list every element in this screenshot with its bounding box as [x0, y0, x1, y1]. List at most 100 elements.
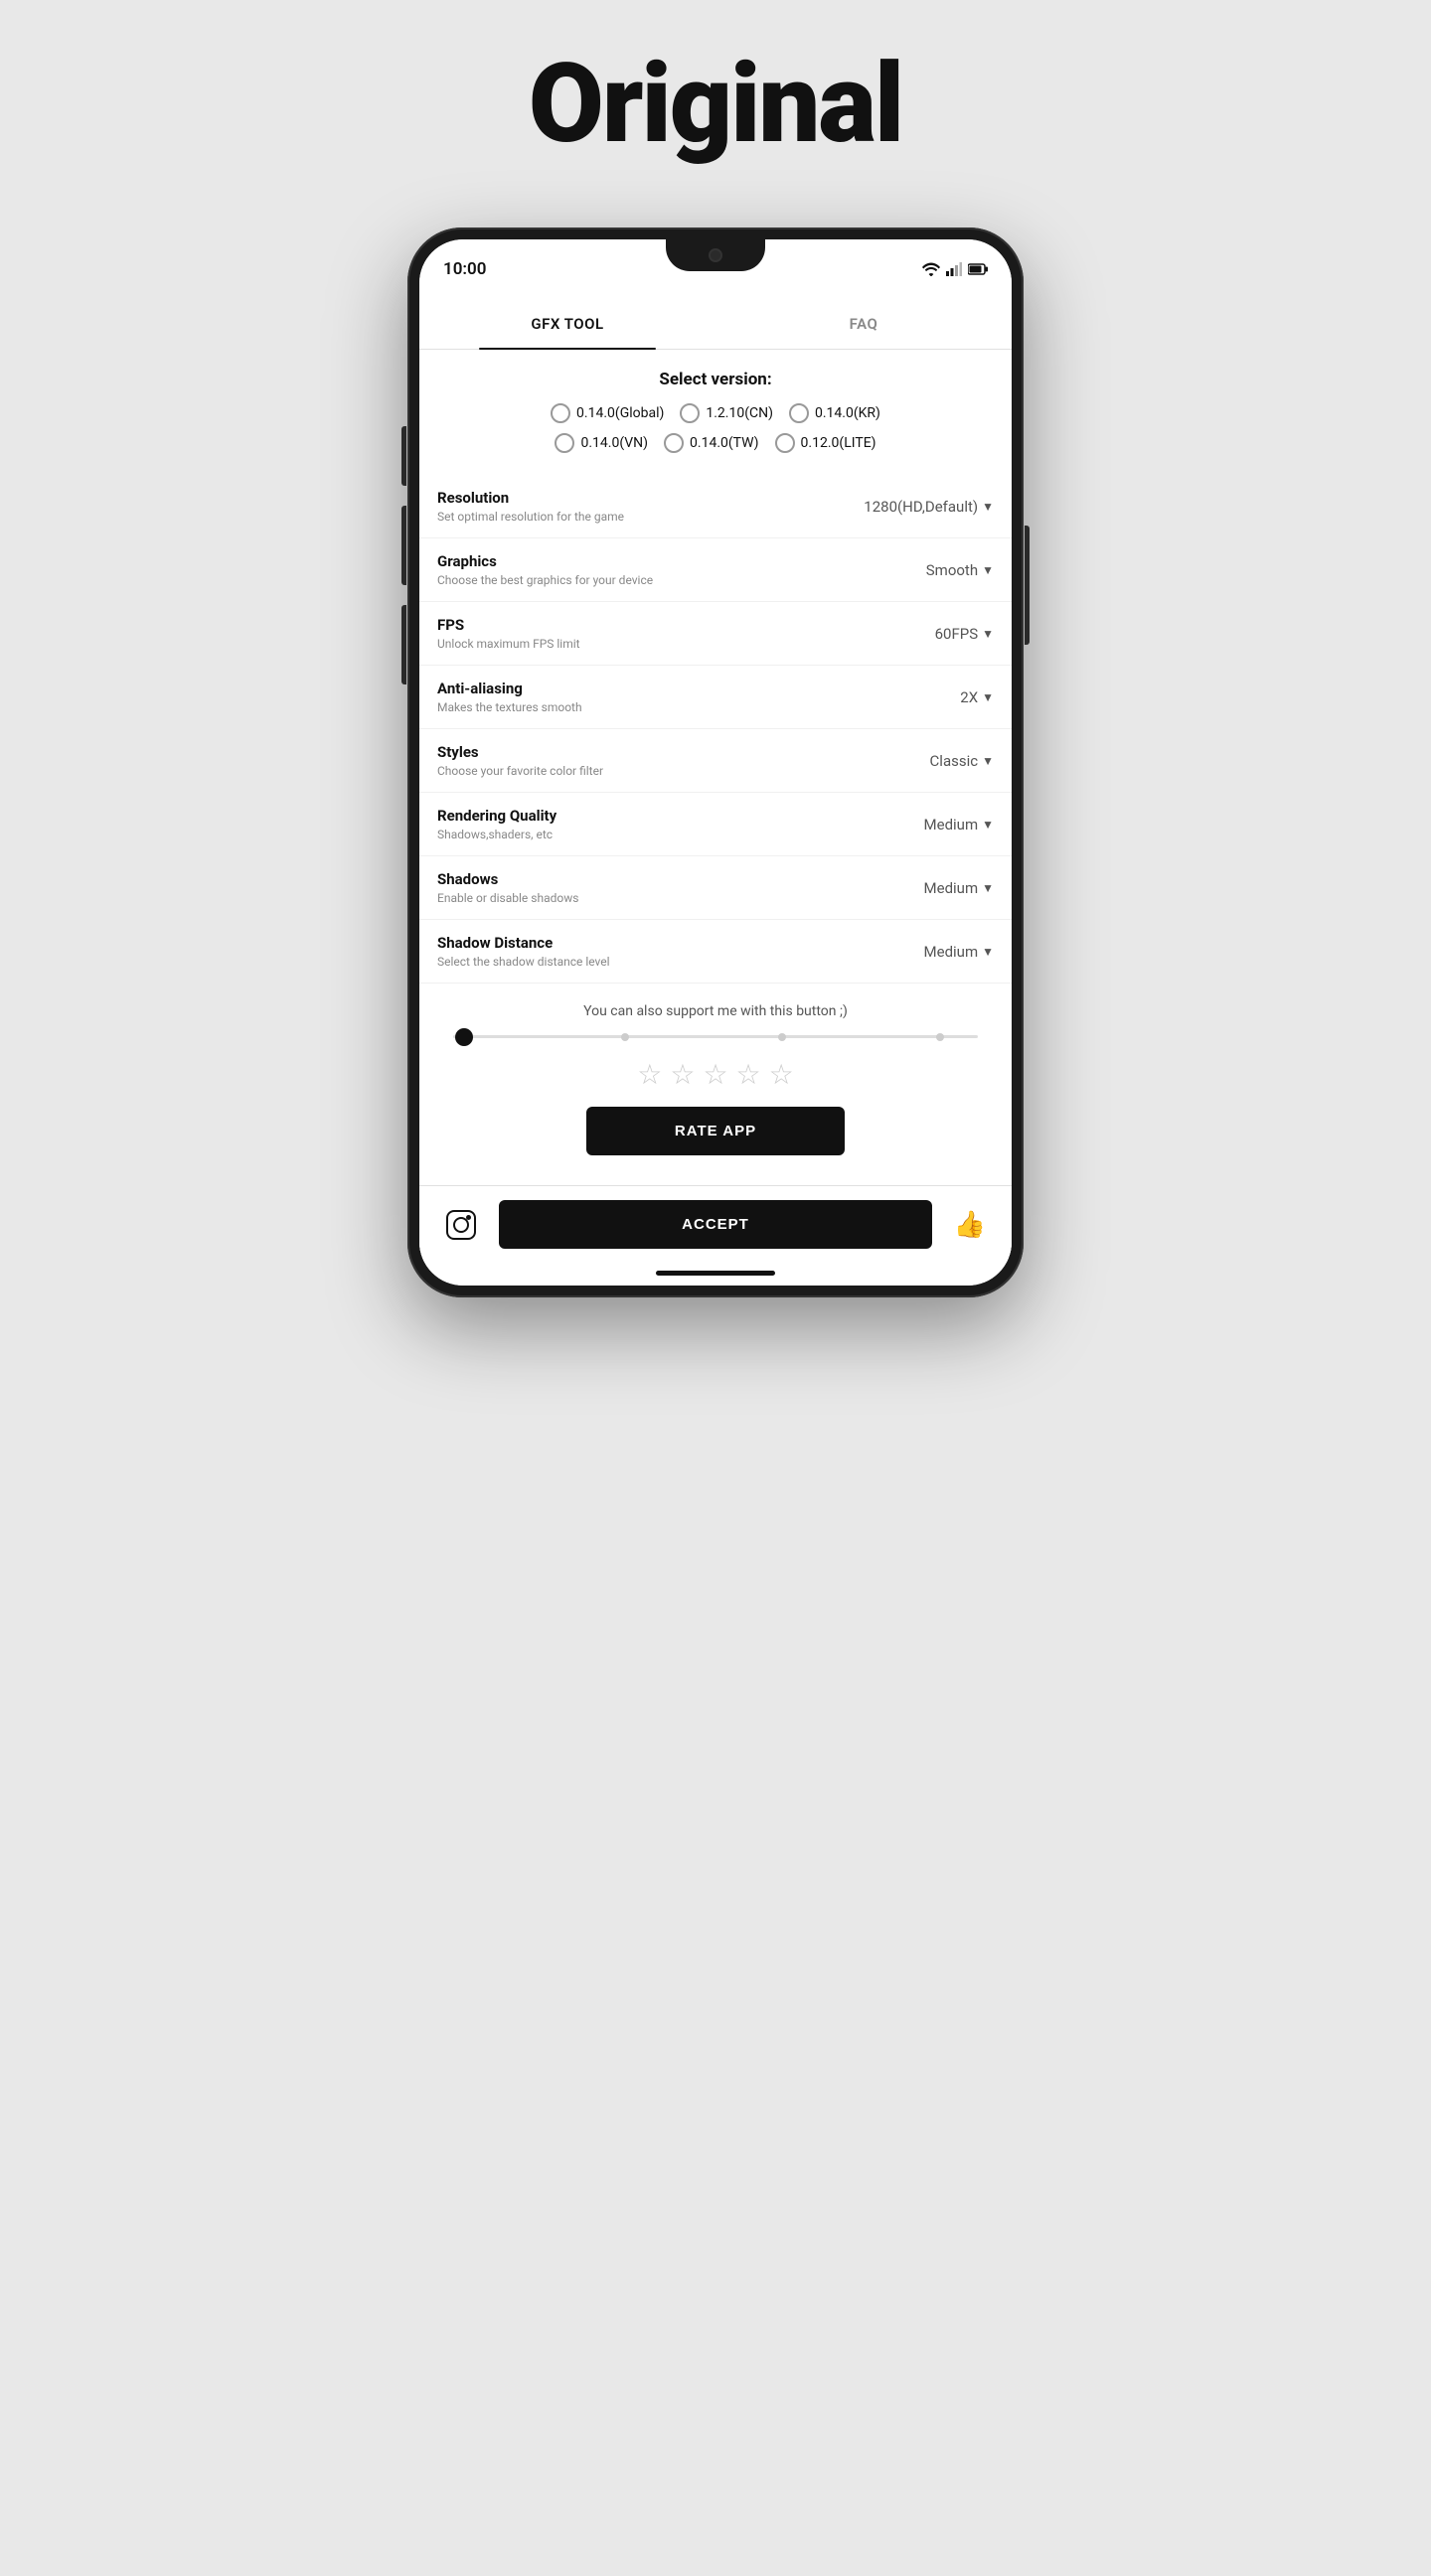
- version-label-tw: 0.14.0(TW): [690, 435, 759, 451]
- setting-graphics-dropdown[interactable]: Smooth ▼: [926, 561, 994, 579]
- instagram-icon[interactable]: [439, 1203, 483, 1247]
- star-5[interactable]: ☆: [769, 1058, 794, 1091]
- version-option-global[interactable]: 0.14.0(Global): [551, 403, 664, 423]
- version-option-tw[interactable]: 0.14.0(TW): [664, 433, 759, 453]
- setting-shadows-title: Shadows: [437, 870, 924, 888]
- setting-antialiasing-value: 2X: [960, 688, 978, 706]
- radio-vn[interactable]: [555, 433, 574, 453]
- setting-rendering-label: Rendering Quality Shadows,shaders, etc: [437, 807, 924, 841]
- tab-faq[interactable]: FAQ: [716, 299, 1012, 349]
- bottom-bar: ACCEPT 👍: [419, 1185, 1012, 1263]
- star-2[interactable]: ☆: [670, 1058, 695, 1091]
- radio-global[interactable]: [551, 403, 570, 423]
- setting-shadows-dropdown[interactable]: Medium ▼: [924, 879, 994, 897]
- slider-tick-1: [621, 1033, 629, 1041]
- version-option-lite[interactable]: 0.12.0(LITE): [775, 433, 876, 453]
- setting-shadow-distance-value: Medium: [924, 943, 979, 961]
- setting-styles-dropdown[interactable]: Classic ▼: [930, 752, 994, 770]
- star-1[interactable]: ☆: [637, 1058, 662, 1091]
- status-icons: [922, 262, 988, 276]
- setting-graphics-title: Graphics: [437, 552, 926, 570]
- slider-container[interactable]: [437, 1035, 994, 1038]
- accept-button[interactable]: ACCEPT: [499, 1200, 932, 1249]
- phone-frame: 10:00: [407, 227, 1024, 1297]
- setting-resolution-title: Resolution: [437, 489, 864, 507]
- setting-shadow-distance-dropdown[interactable]: Medium ▼: [924, 943, 994, 961]
- radio-lite[interactable]: [775, 433, 795, 453]
- rendering-dropdown-arrow: ▼: [982, 818, 994, 832]
- setting-fps-sub: Unlock maximum FPS limit: [437, 637, 935, 651]
- setting-shadows-value: Medium: [924, 879, 979, 897]
- thumbs-up-icon[interactable]: 👍: [948, 1203, 992, 1247]
- notch-cutout: [666, 239, 765, 271]
- status-time: 10:00: [443, 259, 486, 279]
- styles-dropdown-arrow: ▼: [982, 754, 994, 768]
- slider-track[interactable]: [453, 1035, 978, 1038]
- resolution-dropdown-arrow: ▼: [982, 500, 994, 514]
- setting-shadow-distance: Shadow Distance Select the shadow distan…: [419, 920, 1012, 984]
- version-option-kr[interactable]: 0.14.0(KR): [789, 403, 880, 423]
- tab-bar: GFX TOOL FAQ: [419, 299, 1012, 350]
- setting-shadow-distance-label: Shadow Distance Select the shadow distan…: [437, 934, 924, 969]
- setting-fps-label: FPS Unlock maximum FPS limit: [437, 616, 935, 651]
- camera: [709, 248, 722, 262]
- stars-row: ☆ ☆ ☆ ☆ ☆: [437, 1058, 994, 1091]
- phone-screen: 10:00: [419, 239, 1012, 1286]
- version-option-vn[interactable]: 0.14.0(VN): [555, 433, 648, 453]
- setting-antialiasing: Anti-aliasing Makes the textures smooth …: [419, 666, 1012, 729]
- setting-fps-value: 60FPS: [935, 625, 979, 643]
- setting-styles-value: Classic: [930, 752, 979, 770]
- rate-app-button[interactable]: RATE APP: [586, 1107, 845, 1155]
- setting-antialiasing-dropdown[interactable]: 2X ▼: [960, 688, 994, 706]
- version-label-vn: 0.14.0(VN): [580, 435, 648, 451]
- setting-graphics-label: Graphics Choose the best graphics for yo…: [437, 552, 926, 587]
- setting-fps: FPS Unlock maximum FPS limit 60FPS ▼: [419, 602, 1012, 666]
- support-text: You can also support me with this button…: [437, 1003, 994, 1019]
- version-row-2: 0.14.0(VN) 0.14.0(TW) 0.12.0(LITE): [435, 433, 996, 453]
- setting-shadows-sub: Enable or disable shadows: [437, 891, 924, 905]
- setting-resolution-dropdown[interactable]: 1280(HD,Default) ▼: [864, 498, 994, 516]
- version-label-kr: 0.14.0(KR): [815, 405, 880, 421]
- setting-styles-label: Styles Choose your favorite color filter: [437, 743, 930, 778]
- setting-fps-dropdown[interactable]: 60FPS ▼: [935, 625, 994, 643]
- version-row-1: 0.14.0(Global) 1.2.10(CN) 0.14.0(KR): [435, 403, 996, 423]
- setting-shadows-label: Shadows Enable or disable shadows: [437, 870, 924, 905]
- radio-cn[interactable]: [680, 403, 700, 423]
- slider-tick-3: [936, 1033, 944, 1041]
- setting-styles-title: Styles: [437, 743, 930, 761]
- setting-rendering-dropdown[interactable]: Medium ▼: [924, 816, 994, 833]
- setting-resolution-value: 1280(HD,Default): [864, 498, 978, 516]
- setting-resolution-label: Resolution Set optimal resolution for th…: [437, 489, 864, 524]
- slider-tick-2: [778, 1033, 786, 1041]
- page-title: Original: [529, 40, 902, 168]
- tab-gfx-tool[interactable]: GFX TOOL: [419, 299, 716, 349]
- support-section: You can also support me with this button…: [419, 984, 1012, 1185]
- setting-antialiasing-sub: Makes the textures smooth: [437, 700, 960, 714]
- setting-antialiasing-title: Anti-aliasing: [437, 680, 960, 697]
- side-button-power: [401, 605, 406, 684]
- version-option-cn[interactable]: 1.2.10(CN): [680, 403, 773, 423]
- fps-dropdown-arrow: ▼: [982, 627, 994, 641]
- side-button-volume-up: [401, 426, 406, 486]
- antialiasing-dropdown-arrow: ▼: [982, 690, 994, 704]
- setting-fps-title: FPS: [437, 616, 935, 634]
- star-3[interactable]: ☆: [703, 1058, 727, 1091]
- shadow-distance-dropdown-arrow: ▼: [982, 945, 994, 959]
- side-button-volume-down: [401, 506, 406, 585]
- version-title: Select version:: [435, 370, 996, 389]
- radio-kr[interactable]: [789, 403, 809, 423]
- setting-rendering-value: Medium: [924, 816, 979, 833]
- signal-icon: [946, 262, 962, 276]
- setting-styles-sub: Choose your favorite color filter: [437, 764, 930, 778]
- setting-styles: Styles Choose your favorite color filter…: [419, 729, 1012, 793]
- star-4[interactable]: ☆: [736, 1058, 761, 1091]
- radio-tw[interactable]: [664, 433, 684, 453]
- version-label-lite: 0.12.0(LITE): [801, 435, 876, 451]
- graphics-dropdown-arrow: ▼: [982, 563, 994, 577]
- shadows-dropdown-arrow: ▼: [982, 881, 994, 895]
- setting-graphics: Graphics Choose the best graphics for yo…: [419, 538, 1012, 602]
- version-section: Select version: 0.14.0(Global) 1.2.10(CN…: [419, 350, 1012, 475]
- wifi-icon: [922, 262, 940, 276]
- slider-thumb[interactable]: [455, 1028, 473, 1046]
- setting-rendering-sub: Shadows,shaders, etc: [437, 828, 924, 841]
